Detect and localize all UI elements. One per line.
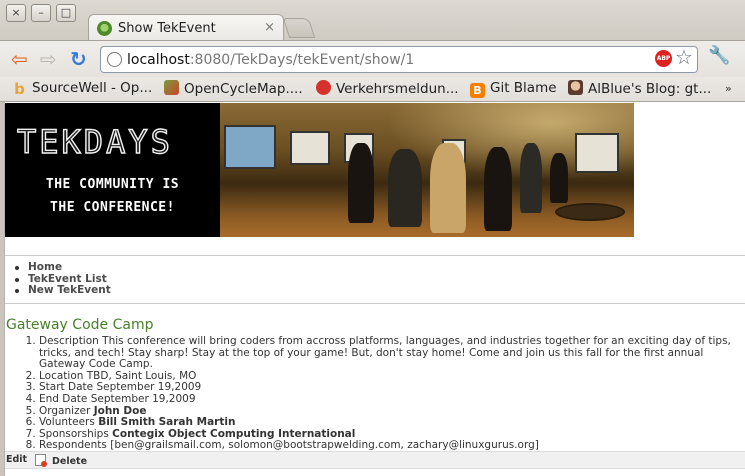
verkehr-icon <box>316 80 331 95</box>
wrench-menu-icon[interactable]: 🔧 <box>708 45 730 66</box>
detail-description: Description This conference will bring c… <box>39 335 743 371</box>
detail-label: Volunteers <box>39 416 95 429</box>
attendee <box>348 143 374 223</box>
maximize-window-button[interactable]: □ <box>56 4 76 22</box>
round-table <box>555 203 625 221</box>
bookmark-sourcewell[interactable]: b SourceWell - Op... <box>12 80 152 99</box>
volunteer-link[interactable]: Bill Smith <box>98 416 155 428</box>
bookmark-label: OpenCycleMap.... <box>184 81 303 97</box>
url-text[interactable]: localhost:8080/TekDays/tekEvent/show/1 <box>127 52 414 68</box>
bookmark-alblue[interactable]: AlBlue's Blog: gt... <box>568 80 711 99</box>
delete-button[interactable]: Delete <box>35 454 87 467</box>
bookmarks-bar: b SourceWell - Op... OpenCycleMap.... Ver… <box>0 77 745 102</box>
detail-label: Description <box>39 335 99 347</box>
detail-value: This conference will bring coders from a… <box>39 335 731 371</box>
detail-value: September 19,2009 <box>96 381 202 394</box>
opencyclemap-icon <box>164 80 179 95</box>
bookmark-label: AlBlue's Blog: gt... <box>588 81 712 97</box>
url-path: :8080/TekDays/tekEvent/show/1 <box>189 52 415 68</box>
delete-icon <box>35 454 47 467</box>
tekdays-logo: TEKDAYS <box>16 122 173 161</box>
page-info-icon[interactable] <box>107 52 122 67</box>
title-bar: × – □ Show TekEvent × <box>0 0 745 41</box>
attendee <box>550 153 568 203</box>
edit-button[interactable]: Edit <box>6 454 27 465</box>
organizer-link[interactable]: John Doe <box>94 405 147 417</box>
poster-board <box>290 131 330 165</box>
detail-value: TBD, Saint Louis, MO <box>86 369 197 382</box>
back-icon[interactable]: ⇦ <box>11 48 28 70</box>
banner-tagline-line2: THE CONFERENCE! <box>50 200 175 215</box>
page-content: TEKDAYS THE COMMUNITY IS THE CONFERENCE!… <box>4 102 745 476</box>
nav-home-link[interactable]: Home <box>15 261 111 274</box>
volunteer-link[interactable]: Sarah Martin <box>159 416 236 428</box>
main-nav: Home TekEvent List New TekEvent <box>15 261 111 297</box>
adblock-icon[interactable]: ABP <box>655 50 672 67</box>
forward-icon[interactable]: ⇨ <box>40 48 57 70</box>
delete-label: Delete <box>52 456 88 467</box>
tab-close-icon[interactable]: × <box>264 20 275 35</box>
tekdays-banner: TEKDAYS THE COMMUNITY IS THE CONFERENCE! <box>5 103 634 237</box>
conference-photo <box>220 103 634 237</box>
attendee <box>520 143 542 213</box>
bookmark-git-blame[interactable]: B Git Blame <box>470 80 557 99</box>
attendee <box>484 147 512 231</box>
address-bar[interactable]: localhost:8080/TekDays/tekEvent/show/1 <box>100 46 698 73</box>
minimize-window-button[interactable]: – <box>31 4 51 22</box>
poster-board <box>224 125 276 169</box>
new-tab-button[interactable] <box>282 18 316 38</box>
sponsorship-link[interactable]: Contegix <box>112 428 164 440</box>
detail-label: Sponsorships <box>39 427 109 440</box>
action-buttons: Edit Delete <box>5 451 745 469</box>
nav-divider <box>5 255 745 256</box>
attendee <box>430 143 466 233</box>
bookmark-label: Verkehrsmeldun... <box>336 81 459 97</box>
detail-label: End Date <box>39 392 88 405</box>
detail-value: September 19,2009 <box>90 392 196 405</box>
bookmark-star-icon[interactable]: ☆ <box>675 45 693 69</box>
reload-icon[interactable]: ↻ <box>70 48 87 70</box>
event-details: Description This conference will bring c… <box>25 335 743 452</box>
blogger-icon: B <box>470 83 485 98</box>
detail-label: Start Date <box>39 381 94 394</box>
close-window-button[interactable]: × <box>6 4 26 22</box>
bookmark-verkehr[interactable]: Verkehrsmeldun... <box>316 80 459 99</box>
bookmark-label: SourceWell - Op... <box>32 80 153 96</box>
nav-divider <box>5 303 745 304</box>
sponsorship-link[interactable]: Object Computing International <box>168 428 355 440</box>
nav-new-tekevent-link[interactable]: New TekEvent <box>15 284 111 297</box>
attendee <box>388 149 422 227</box>
tab-title: Show TekEvent <box>118 21 216 36</box>
grails-favicon-icon <box>97 21 112 36</box>
detail-label: Location <box>39 369 84 382</box>
event-title: Gateway Code Camp <box>6 317 154 333</box>
bookmark-opencyclemap[interactable]: OpenCycleMap.... <box>164 80 303 99</box>
bookmarks-overflow-icon[interactable]: » <box>725 82 732 95</box>
url-host: localhost <box>127 52 190 68</box>
detail-value: [ben@grailsmail.com, solomon@bootstrapwe… <box>110 439 539 452</box>
bookmark-label: Git Blame <box>490 80 557 96</box>
browser-toolbar: ⇦ ⇨ ↻ localhost:8080/TekDays/tekEvent/sh… <box>0 40 745 77</box>
poster-board <box>575 133 619 173</box>
detail-label: Organizer <box>39 404 91 417</box>
browser-tab[interactable]: Show TekEvent × <box>88 14 284 41</box>
detail-label: Respondents <box>39 439 107 452</box>
banner-tagline-line1: THE COMMUNITY IS <box>45 177 180 192</box>
avatar-icon <box>568 80 583 95</box>
sourcewell-icon: b <box>14 80 25 98</box>
